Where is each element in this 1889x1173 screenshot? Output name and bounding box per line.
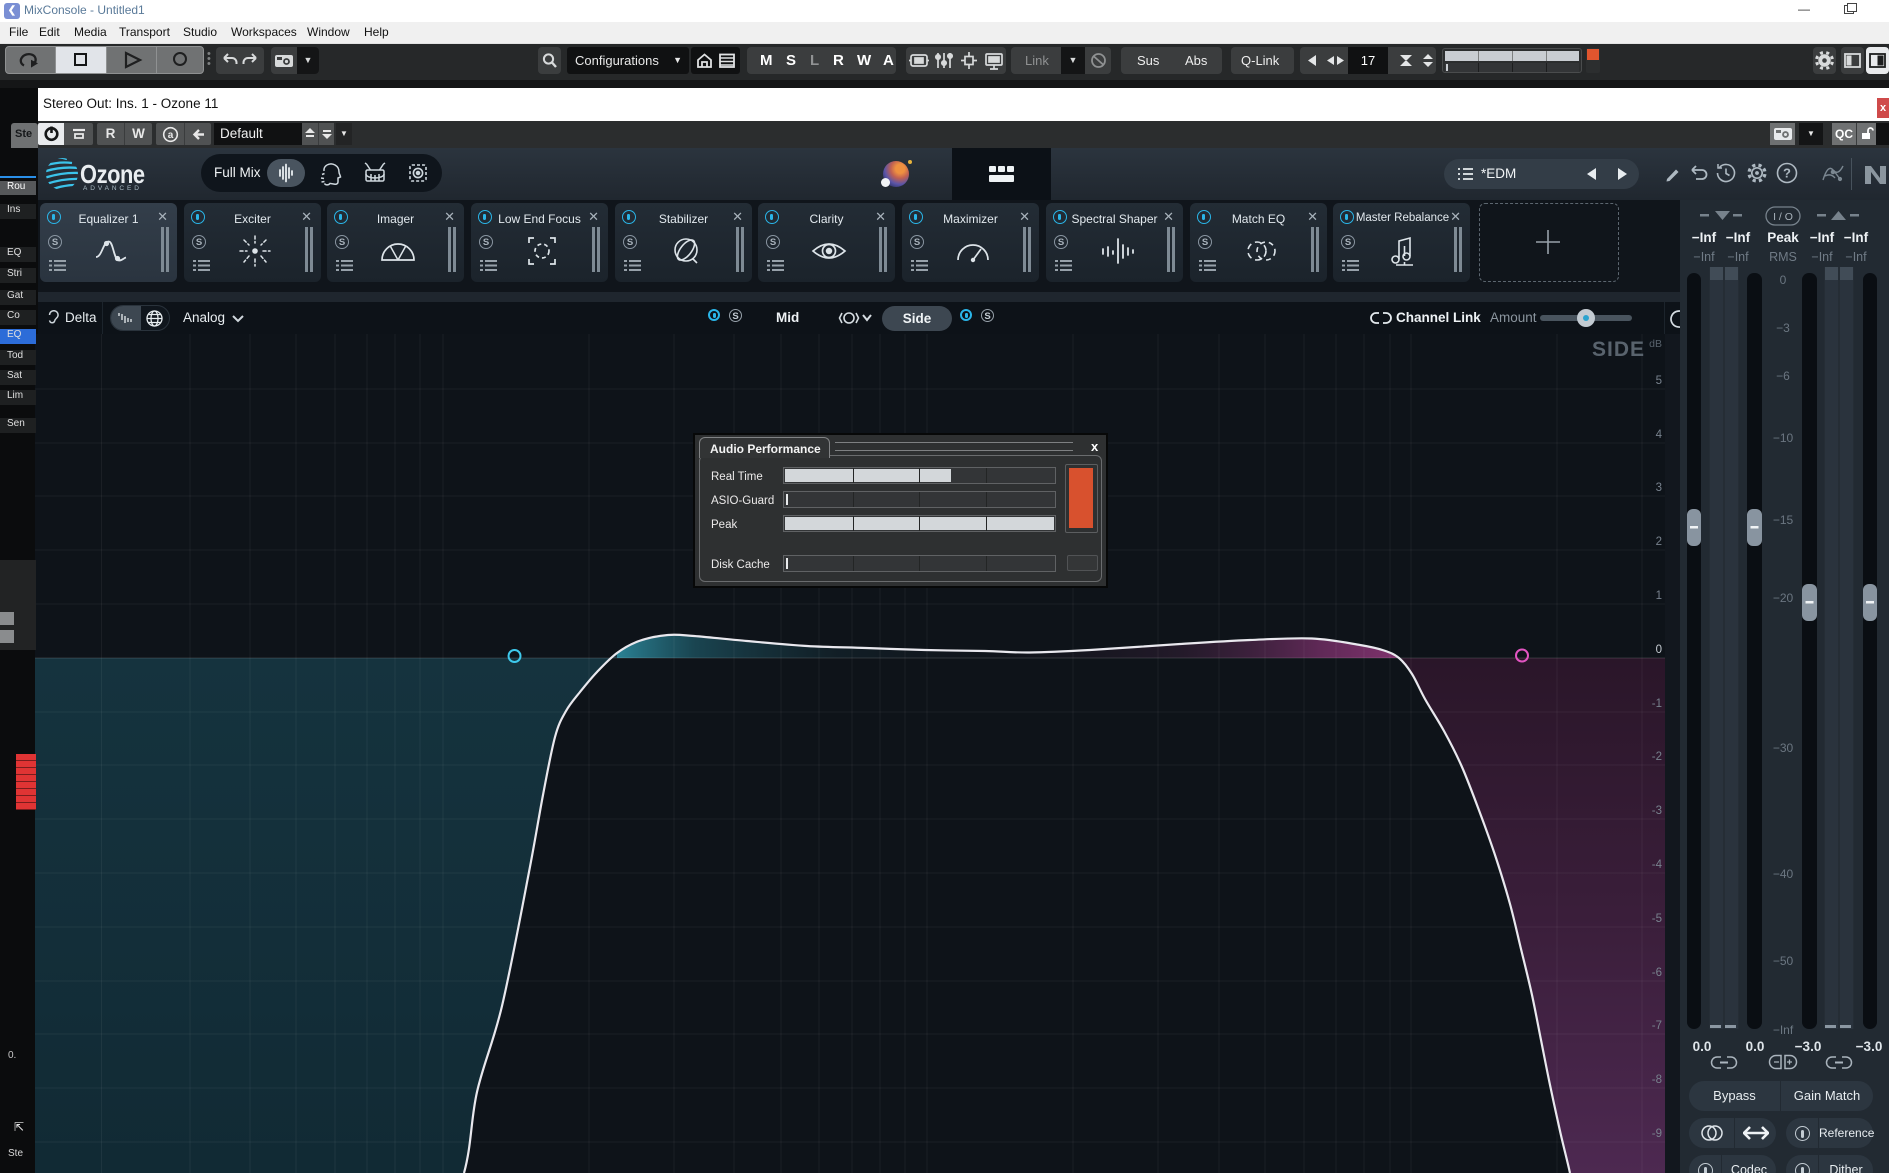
svg-text:-7: -7 <box>1652 1020 1662 1032</box>
svg-text:-5: -5 <box>1652 913 1662 925</box>
svg-text:0: 0 <box>1780 273 1787 287</box>
svg-text:−Inf: −Inf <box>1810 230 1835 245</box>
svg-text:2: 2 <box>1656 536 1662 548</box>
svg-text:-2: -2 <box>1652 751 1662 763</box>
svg-text:-1: -1 <box>1652 698 1662 710</box>
svg-text:-9: -9 <box>1652 1128 1662 1140</box>
svg-text:−3: −3 <box>1776 321 1790 335</box>
svg-text:5: 5 <box>1656 375 1662 387</box>
svg-text:4: 4 <box>1656 429 1663 441</box>
svg-text:SIDE: SIDE <box>1592 338 1645 361</box>
svg-text:dB: dB <box>1649 338 1662 350</box>
svg-text:−Inf: −Inf <box>1811 250 1833 264</box>
svg-text:-3: -3 <box>1652 805 1662 817</box>
svg-text:I / O: I / O <box>1773 211 1793 223</box>
svg-text:−Inf: −Inf <box>1693 250 1715 264</box>
svg-text:3: 3 <box>1656 482 1662 494</box>
svg-text:-6: -6 <box>1652 967 1662 979</box>
svg-text:-8: -8 <box>1652 1074 1662 1086</box>
svg-text:−Inf: −Inf <box>1726 230 1751 245</box>
svg-text:0: 0 <box>1656 644 1662 656</box>
svg-text:−Inf: −Inf <box>1845 250 1867 264</box>
svg-text:?: ? <box>1783 166 1791 181</box>
svg-text:−Inf: −Inf <box>1727 250 1749 264</box>
svg-text:RMS: RMS <box>1769 250 1797 264</box>
svg-text:a: a <box>167 130 173 141</box>
svg-text:Peak: Peak <box>1767 230 1799 245</box>
svg-text:−Inf: −Inf <box>1692 230 1717 245</box>
svg-text:−Inf: −Inf <box>1844 230 1869 245</box>
svg-text:-4: -4 <box>1652 859 1663 871</box>
svg-text:1: 1 <box>1656 590 1662 602</box>
